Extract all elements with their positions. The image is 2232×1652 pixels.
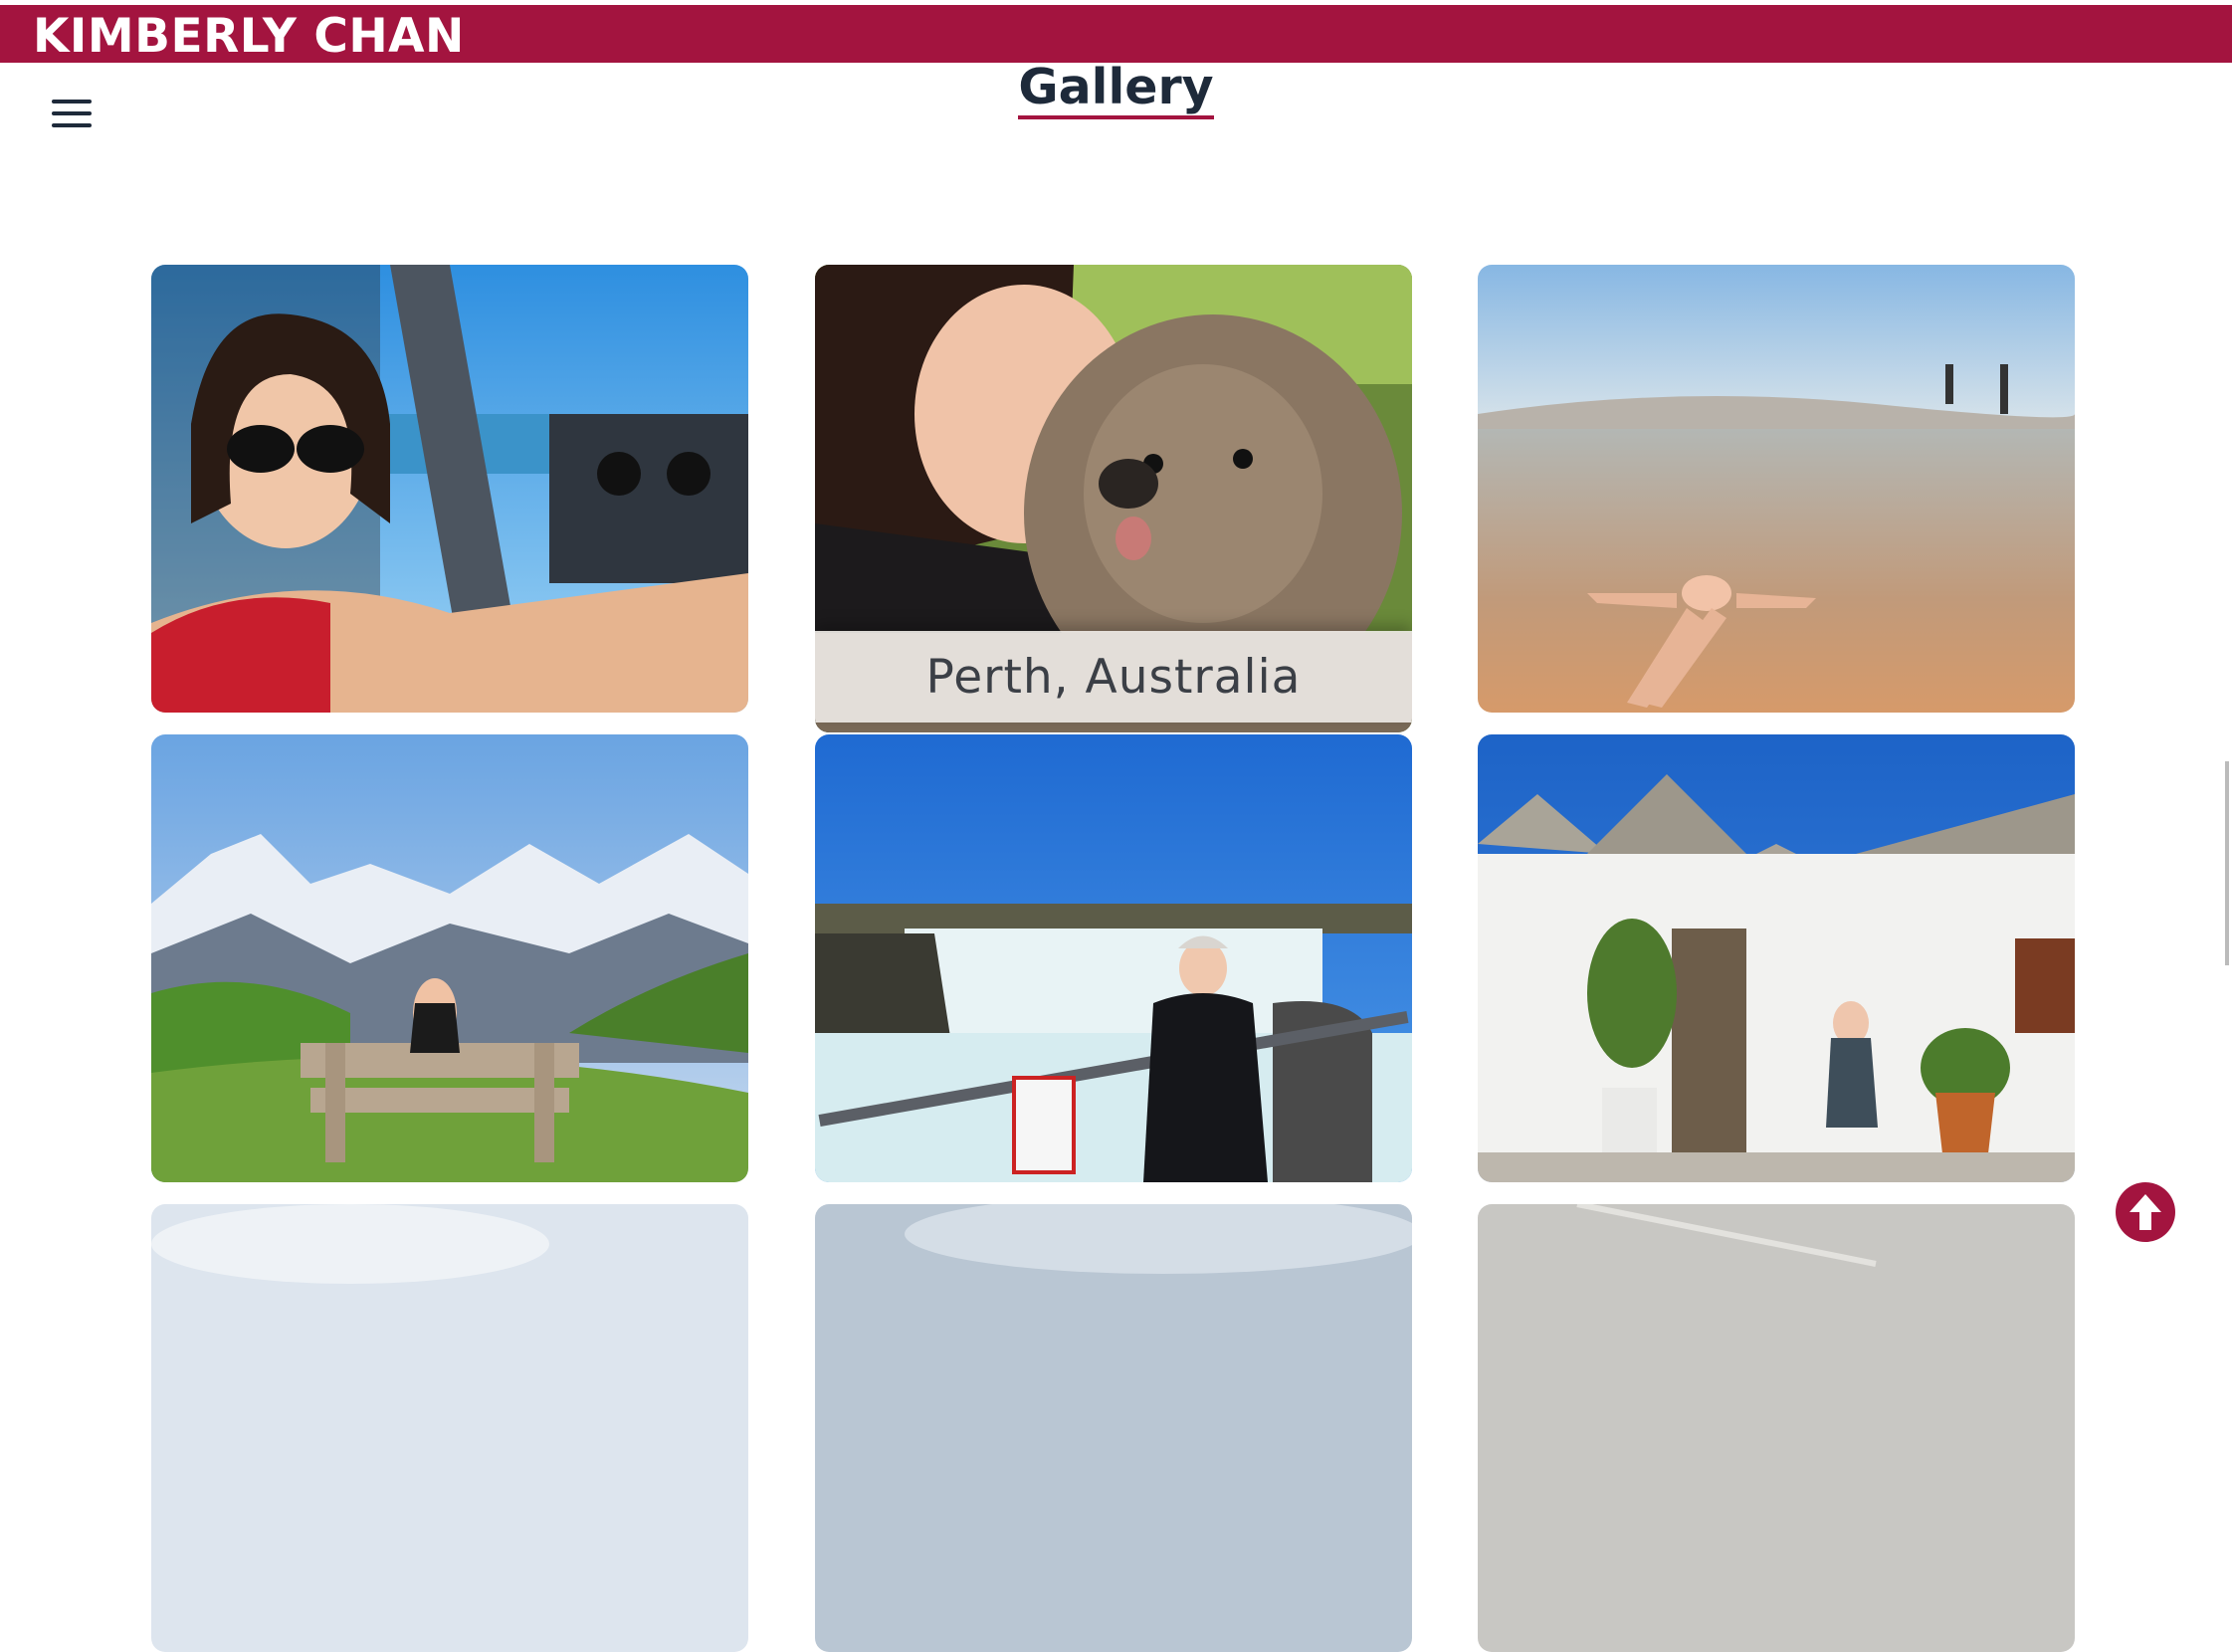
arrow-up-circle-icon[interactable] (2116, 1182, 2175, 1242)
gallery-photo (1478, 1204, 2075, 1652)
gallery-photo (1478, 734, 2075, 1182)
gallery-item-partial-1[interactable] (151, 1204, 748, 1652)
gallery-photo (1478, 265, 2075, 713)
gallery-photo (151, 265, 748, 713)
gallery-item-caption: Perth, Australia (815, 631, 1412, 723)
gallery-item-cockpit[interactable] (151, 265, 748, 713)
site-header: KIMBERLY CHAN (0, 0, 2232, 64)
page-title: Gallery (0, 56, 2232, 119)
gallery-item-trulli[interactable] (1478, 734, 2075, 1182)
gallery-item-alps[interactable] (151, 734, 748, 1182)
gallery-photo (815, 1204, 1412, 1652)
gallery-item-waterfall[interactable] (815, 734, 1412, 1182)
gallery-photo (815, 734, 1412, 1182)
gallery-item-partial-2[interactable] (815, 1204, 1412, 1652)
gallery-photo (151, 734, 748, 1182)
gallery-item-partial-3[interactable] (1478, 1204, 2075, 1652)
gallery-photo (151, 1204, 748, 1652)
scrollbar[interactable] (2225, 761, 2229, 965)
gallery-item-quokka[interactable]: Perth, Australia (815, 265, 1412, 732)
gallery-item-dead-sea[interactable] (1478, 265, 2075, 713)
